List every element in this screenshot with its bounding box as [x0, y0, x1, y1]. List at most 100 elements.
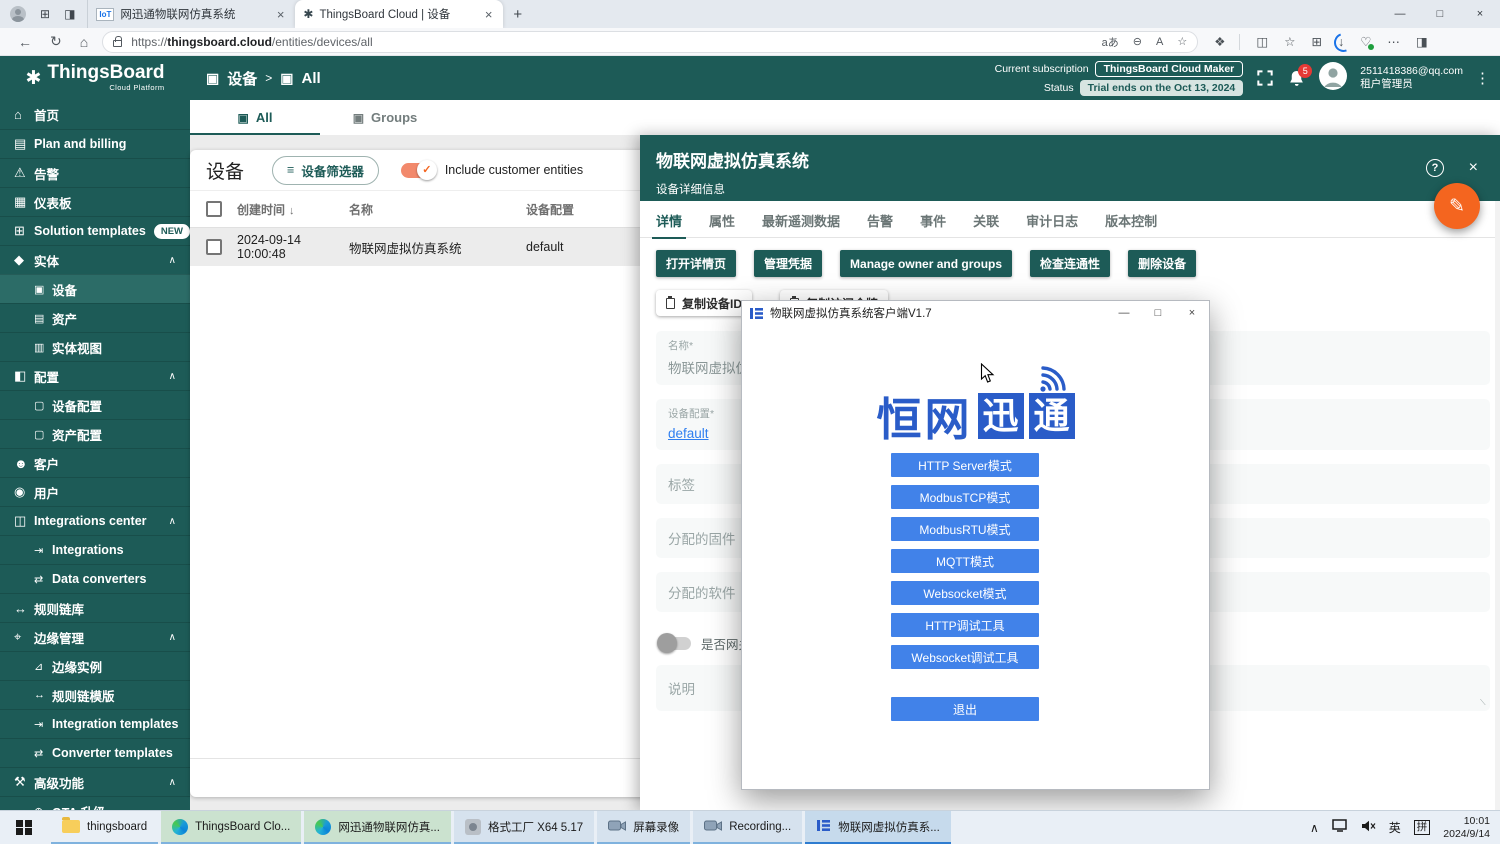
- settings-more-icon[interactable]: ⋯: [1387, 34, 1400, 49]
- sidebar-item-assets[interactable]: ▤资产: [0, 303, 190, 332]
- thingsboard-logo[interactable]: ✱ ThingsBoard Cloud Platform: [0, 64, 190, 92]
- sidebar-item-solution-templates[interactable]: ⊞Solution templatesNEW: [0, 216, 190, 245]
- start-button[interactable]: [0, 811, 48, 844]
- subscription-badge[interactable]: ThingsBoard Cloud Maker: [1095, 61, 1244, 77]
- sidebar-item-users[interactable]: ◉用户: [0, 477, 190, 506]
- sidebar-item-alarms[interactable]: ⚠告警: [0, 158, 190, 187]
- tray-clock[interactable]: 10:01 2024/9/14: [1443, 815, 1490, 841]
- tab-latest-telemetry[interactable]: 最新遥测数据: [762, 211, 840, 239]
- taskbar-item-screen-record[interactable]: 屏幕录像: [597, 811, 690, 844]
- sidebar-item-customers[interactable]: ☻客户: [0, 448, 190, 477]
- http-server-mode-button[interactable]: HTTP Server模式: [891, 453, 1039, 477]
- notifications-bell-icon[interactable]: 5: [1287, 69, 1306, 88]
- sidebar-item-rule-chain-templates[interactable]: ↔规则链模版: [0, 680, 190, 709]
- tab-version-control[interactable]: 版本控制: [1105, 211, 1157, 239]
- sidebar-item-device-profiles[interactable]: ▢设备配置: [0, 390, 190, 419]
- row-checkbox[interactable]: [206, 239, 222, 255]
- tab-relations[interactable]: 关联: [973, 211, 999, 239]
- user-info[interactable]: 2511418386@qq.com 租户管理员: [1360, 65, 1463, 91]
- modbus-tcp-mode-button[interactable]: ModbusTCP模式: [891, 485, 1039, 509]
- window-minimize-button[interactable]: —: [1380, 0, 1420, 28]
- vertical-tabs-icon[interactable]: ◨: [64, 7, 75, 21]
- tab-alarms[interactable]: 告警: [867, 211, 893, 239]
- read-aloud-icon[interactable]: A: [1156, 36, 1163, 48]
- tab-events[interactable]: 事件: [920, 211, 946, 239]
- manage-owner-groups-button[interactable]: Manage owner and groups: [840, 250, 1012, 277]
- sidebar-item-data-converters[interactable]: ⇄Data converters: [0, 564, 190, 593]
- taskbar-item-iot-client[interactable]: 物联网虚拟仿真系...: [805, 811, 951, 844]
- open-details-page-button[interactable]: 打开详情页: [656, 250, 736, 277]
- breadcrumb-root[interactable]: 设备: [227, 68, 257, 89]
- ime-indicator[interactable]: 拼: [1414, 820, 1431, 835]
- tray-expand-icon[interactable]: ∧: [1310, 821, 1319, 835]
- split-screen-icon[interactable]: ◫: [1256, 34, 1268, 49]
- modbus-rtu-mode-button[interactable]: ModbusRTU模式: [891, 517, 1039, 541]
- taskbar-item-wangxuntong[interactable]: 网迅通物联网仿真...: [304, 811, 451, 844]
- taskbar-item-format-factory[interactable]: 格式工厂 X64 5.17: [454, 811, 594, 844]
- window-close-button[interactable]: ×: [1460, 0, 1500, 28]
- tab-attributes[interactable]: 属性: [709, 211, 735, 239]
- window-maximize-button[interactable]: □: [1420, 0, 1460, 28]
- resize-handle-icon[interactable]: ⟋: [1480, 698, 1486, 708]
- sidebar-item-integration-templates[interactable]: ⇥Integration templates: [0, 709, 190, 738]
- sidebar-toggle-icon[interactable]: ◨: [1416, 34, 1428, 49]
- sidebar-item-home[interactable]: ⌂首页: [0, 100, 190, 129]
- client-minimize-button[interactable]: —: [1107, 301, 1141, 325]
- mqtt-mode-button[interactable]: MQTT模式: [891, 549, 1039, 573]
- extensions-icon[interactable]: ❖: [1214, 34, 1225, 49]
- tab-close-icon[interactable]: ×: [274, 7, 288, 22]
- client-titlebar[interactable]: 物联网虚拟仿真系统客户端V1.7 — □ ×: [742, 301, 1209, 325]
- column-name[interactable]: 名称: [349, 201, 526, 218]
- sidebar-item-asset-profiles[interactable]: ▢资产配置: [0, 419, 190, 448]
- http-debug-tool-button[interactable]: HTTP调试工具: [891, 613, 1039, 637]
- sidebar-item-profiles[interactable]: ◧配置∧: [0, 361, 190, 390]
- downloads-icon[interactable]: ↓: [1338, 35, 1344, 49]
- sidebar-item-integrations[interactable]: ⇥Integrations: [0, 535, 190, 564]
- device-filter-button[interactable]: ≡ 设备筛选器: [272, 156, 379, 185]
- sidebar-item-integrations-center[interactable]: ◫Integrations center∧: [0, 506, 190, 535]
- client-maximize-button[interactable]: □: [1141, 301, 1175, 325]
- new-tab-button[interactable]: +: [513, 6, 522, 23]
- edit-fab-button[interactable]: ✎: [1434, 183, 1480, 229]
- help-icon[interactable]: ?: [1426, 159, 1444, 177]
- taskbar-item-thingsboard-folder[interactable]: thingsboard: [51, 811, 158, 844]
- sidebar-item-dashboards[interactable]: ▦仪表板: [0, 187, 190, 216]
- websocket-mode-button[interactable]: Websocket模式: [891, 581, 1039, 605]
- column-created-time[interactable]: 创建时间↓: [237, 201, 349, 218]
- delete-device-button[interactable]: 删除设备: [1128, 250, 1196, 277]
- sidebar-item-rule-chains[interactable]: ↔规则链库: [0, 593, 190, 622]
- tab-groups[interactable]: ▣Groups: [320, 100, 450, 135]
- fullscreen-icon[interactable]: [1255, 68, 1275, 88]
- panel-scrollbar[interactable]: [1495, 201, 1500, 810]
- include-customer-entities-toggle[interactable]: ✓: [401, 163, 435, 178]
- tab-audit-logs[interactable]: 审计日志: [1026, 211, 1078, 239]
- avatar[interactable]: [1318, 61, 1348, 96]
- client-close-button[interactable]: ×: [1175, 301, 1209, 325]
- back-icon[interactable]: ←: [18, 34, 32, 50]
- workspaces-icon[interactable]: ⊞: [40, 7, 50, 21]
- sidebar-item-plan-billing[interactable]: ▤Plan and billing: [0, 129, 190, 158]
- websocket-debug-tool-button[interactable]: Websocket调试工具: [891, 645, 1039, 669]
- tab-all[interactable]: ▣All: [190, 100, 320, 135]
- sort-desc-icon[interactable]: ↓: [289, 205, 295, 217]
- tab-close-icon[interactable]: ×: [482, 7, 496, 22]
- breadcrumb-current[interactable]: All: [302, 70, 321, 87]
- home-icon[interactable]: ⌂: [80, 34, 88, 50]
- manage-credentials-button[interactable]: 管理凭据: [754, 250, 822, 277]
- language-indicator[interactable]: 英: [1389, 819, 1401, 836]
- sidebar-item-entity-views[interactable]: ▥实体视图: [0, 332, 190, 361]
- sidebar-item-advanced-features[interactable]: ⚒高级功能∧: [0, 767, 190, 796]
- close-icon[interactable]: ×: [1469, 159, 1478, 177]
- url-text[interactable]: https://thingsboard.cloud/entities/devic…: [131, 35, 1087, 49]
- kebab-menu-icon[interactable]: ⋮: [1475, 69, 1490, 87]
- volume-muted-icon[interactable]: [1361, 819, 1376, 837]
- browser-tab-1[interactable]: IoT 网迅通物联网仿真系统 ×: [87, 0, 295, 28]
- address-bar[interactable]: https://thingsboard.cloud/entities/devic…: [102, 31, 1198, 53]
- taskbar-item-recording[interactable]: Recording...: [693, 811, 802, 844]
- network-icon[interactable]: [1332, 819, 1348, 837]
- sidebar-item-entities[interactable]: ◆实体∧: [0, 245, 190, 274]
- check-connectivity-button[interactable]: 检查连通性: [1030, 250, 1110, 277]
- favorite-star-icon[interactable]: ☆: [1177, 35, 1187, 48]
- collections-icon[interactable]: ⊞: [1311, 34, 1321, 49]
- zoom-out-icon[interactable]: ⊖: [1133, 35, 1142, 48]
